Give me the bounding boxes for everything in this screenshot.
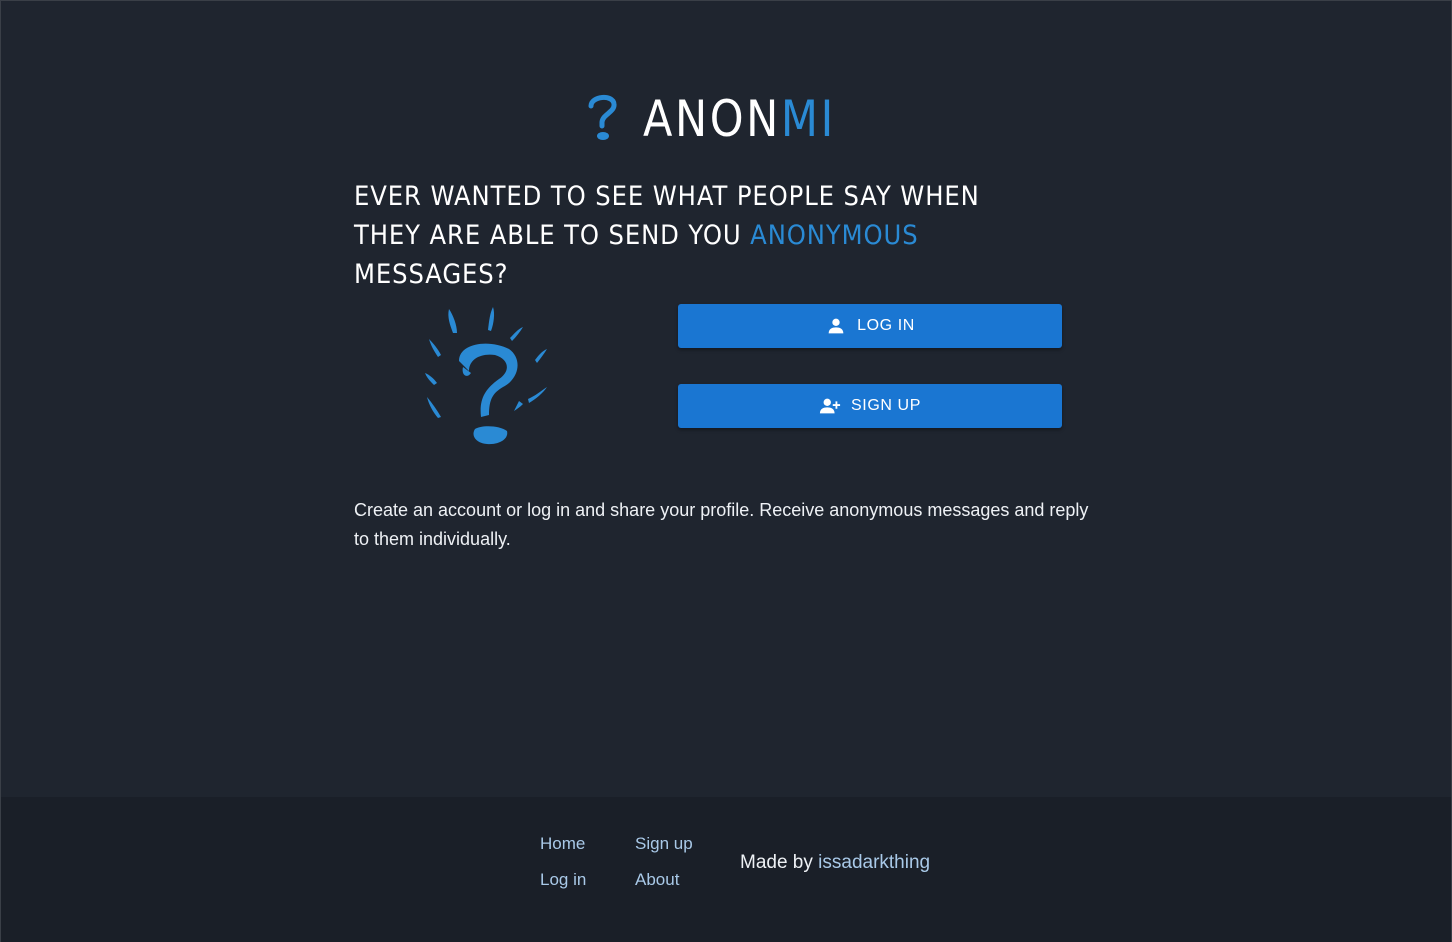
headline-accent: anonymous [750, 220, 919, 251]
hero-headline: Ever wanted to see what people say when … [354, 181, 980, 290]
idea-question-icon [425, 307, 547, 445]
description-text: Create an account or log in and share yo… [354, 500, 1089, 549]
brand-logo[interactable]: ANONMI [1, 89, 1451, 149]
login-button[interactable]: LOG IN [678, 304, 1062, 348]
author-link[interactable]: issadarkthing [818, 852, 930, 873]
login-button-label: LOG IN [857, 317, 915, 334]
question-mark-icon [588, 95, 617, 140]
footer: Home Log in Sign up About [1, 797, 1451, 942]
signup-button[interactable]: SIGN UP [678, 384, 1062, 428]
made-by: Made by issadarkthing [740, 852, 931, 873]
footer-link-home[interactable]: Home [540, 834, 585, 854]
brand-name: ANONMI [642, 90, 836, 148]
person-icon [828, 318, 844, 334]
footer-link-signup[interactable]: Sign up [635, 834, 693, 854]
footer-link-about[interactable]: About [635, 870, 679, 890]
person-add-icon [819, 398, 841, 414]
footer-link-login[interactable]: Log in [540, 870, 586, 890]
main-content: ANONMI Ever wanted to see what people sa… [1, 1, 1451, 797]
signup-button-label: SIGN UP [851, 397, 921, 414]
